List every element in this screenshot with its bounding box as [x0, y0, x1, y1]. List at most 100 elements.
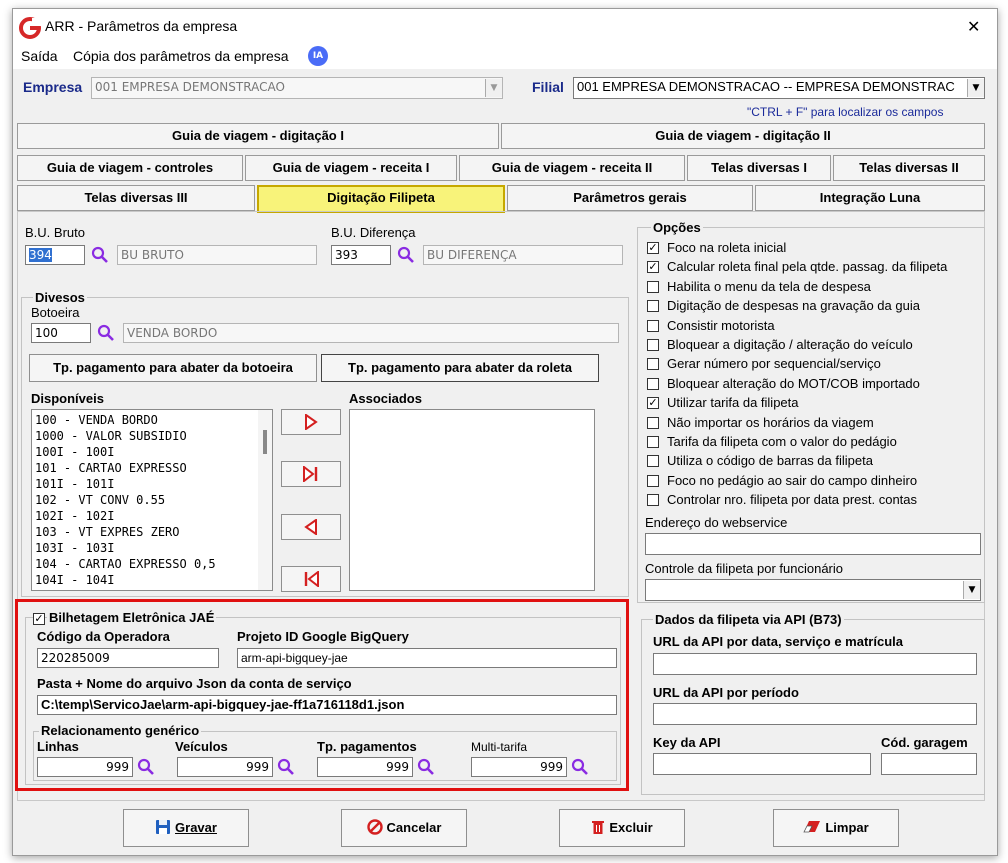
option-label: Tarifa da filipeta com o valor do pedági…	[667, 434, 897, 449]
menu-item-saida[interactable]: Saída	[21, 48, 58, 64]
list-item[interactable]: 101I - 101I	[32, 476, 272, 492]
list-item[interactable]: 100 - VENDA BORDO	[32, 412, 272, 428]
excluir-button[interactable]: Excluir	[559, 809, 685, 847]
option-checkbox[interactable]	[647, 358, 659, 371]
empresa-select[interactable]: 001 EMPRESA DEMONSTRACAO ▼	[91, 77, 503, 99]
pasta-json-label: Pasta + Nome do arquivo Json da conta de…	[37, 676, 352, 691]
search-icon[interactable]	[137, 758, 155, 776]
gravar-button[interactable]: Gravar	[123, 809, 249, 847]
url-data-input[interactable]	[653, 653, 977, 675]
option-checkbox[interactable]	[647, 416, 659, 429]
botoeira-desc: VENDA BORDO	[123, 323, 619, 343]
menu-item-copia[interactable]: Cópia dos parâmetros da empresa	[73, 48, 289, 64]
option-checkbox[interactable]	[647, 377, 659, 390]
floppy-disk-icon	[156, 820, 171, 834]
filial-value: 001 EMPRESA DEMONSTRACAO -- EMPRESA DEMO…	[577, 79, 955, 94]
cod-garagem-input[interactable]	[881, 753, 977, 775]
skip-left-icon	[304, 569, 319, 589]
tab-guia-receita-2[interactable]: Guia de viagem - receita II	[459, 155, 685, 181]
list-item[interactable]: 1000 - VALOR SUBSIDIO	[32, 428, 272, 444]
option-label: Utiliza o código de barras da filipeta	[667, 453, 873, 469]
menu-bar: Saída Cópia dos parâmetros da empresa IA	[13, 45, 997, 69]
bu-diferenca-code[interactable]: 393	[331, 245, 391, 265]
associados-list[interactable]	[349, 409, 595, 591]
pasta-json-input[interactable]: C:\temp\ServicoJae\arm-api-bigquey-jae-f…	[37, 695, 617, 715]
tab-telas-diversas-2[interactable]: Telas diversas II	[833, 155, 985, 181]
tab-guia-controles[interactable]: Guia de viagem - controles	[17, 155, 243, 181]
chevron-down-icon[interactable]: ▼	[967, 79, 984, 97]
tp-pagamento-roleta-button[interactable]: Tp. pagamento para abater da roleta	[321, 354, 599, 382]
list-item[interactable]: 102I - 102I	[32, 508, 272, 524]
linhas-input[interactable]: 999	[37, 757, 133, 777]
tab-integracao-luna[interactable]: Integração Luna	[755, 185, 985, 211]
search-icon[interactable]	[97, 324, 115, 342]
url-periodo-input[interactable]	[653, 703, 977, 725]
controle-select[interactable]: ▼	[645, 579, 981, 601]
list-item[interactable]: 102 - VT CONV 0.55	[32, 492, 272, 508]
option-checkbox[interactable]	[647, 455, 659, 468]
tp-pagamento-botoeira-button[interactable]: Tp. pagamento para abater da botoeira	[29, 354, 317, 382]
option-checkbox[interactable]	[647, 474, 659, 487]
filial-select[interactable]: 001 EMPRESA DEMONSTRACAO -- EMPRESA DEMO…	[573, 77, 985, 99]
close-icon[interactable]: ✕	[967, 17, 980, 36]
option-checkbox[interactable]: ✓	[647, 242, 659, 254]
key-api-input[interactable]	[653, 753, 871, 775]
tab-telas-diversas-3[interactable]: Telas diversas III	[17, 185, 255, 211]
list-item[interactable]: 100I - 100I	[32, 444, 272, 460]
option-label: Bloquear alteração do MOT/COB importado	[667, 375, 920, 391]
search-icon[interactable]	[277, 758, 295, 776]
cancelar-button[interactable]: Cancelar	[341, 809, 467, 847]
option-checkbox[interactable]	[647, 436, 659, 448]
tab-parametros-gerais[interactable]: Parâmetros gerais	[507, 185, 753, 211]
tab-guia-digitacao-2[interactable]: Guia de viagem - digitação II	[501, 123, 985, 149]
multi-tarifa-input[interactable]: 999	[471, 757, 567, 777]
webservice-input[interactable]	[645, 533, 981, 555]
bu-bruto-code-value: 394	[29, 248, 52, 262]
company-panel: Empresa 001 EMPRESA DEMONSTRACAO ▼ Filia…	[15, 73, 993, 123]
move-right-button[interactable]	[281, 409, 341, 435]
move-left-button[interactable]	[281, 514, 341, 540]
bilhetagem-checkbox[interactable]: ✓	[33, 613, 45, 625]
veiculos-input[interactable]: 999	[177, 757, 273, 777]
bu-diferenca-label: B.U. Diferença	[331, 225, 416, 240]
option-checkbox[interactable]	[647, 494, 659, 507]
botoeira-code[interactable]: 100	[31, 323, 91, 343]
scrollbar[interactable]	[258, 410, 272, 590]
list-item[interactable]: 104 - CARTAO EXPRESSO 0,5	[32, 556, 272, 572]
list-item[interactable]: 104I - 104I	[32, 572, 272, 588]
api-title: Dados da filipeta via API (B73)	[653, 612, 844, 627]
list-item[interactable]: 103 - VT EXPRES ZERO	[32, 524, 272, 540]
codigo-operadora-input[interactable]: 220285009	[37, 648, 219, 668]
bu-bruto-code[interactable]: 394	[25, 245, 85, 265]
chevron-down-icon[interactable]: ▼	[485, 79, 502, 97]
search-icon[interactable]	[397, 246, 415, 264]
projeto-bigquery-input[interactable]: arm-api-bigquey-jae	[237, 648, 617, 668]
option-checkbox[interactable]	[647, 300, 659, 313]
limpar-button[interactable]: Limpar	[773, 809, 899, 847]
list-item[interactable]: 103I - 103I	[32, 540, 272, 556]
option-checkbox[interactable]: ✓	[647, 397, 659, 410]
tab-digitacao-filipeta[interactable]: Digitação Filipeta	[257, 185, 505, 213]
option-checkbox[interactable]: ✓	[647, 261, 659, 274]
search-icon[interactable]	[417, 758, 435, 776]
move-all-right-button[interactable]	[281, 461, 341, 487]
option-checkbox[interactable]	[647, 339, 659, 351]
chevron-down-icon[interactable]: ▼	[963, 581, 980, 599]
disponiveis-list[interactable]: 100 - VENDA BORDO 1000 - VALOR SUBSIDIO 10…	[31, 409, 273, 591]
search-icon[interactable]	[91, 246, 109, 264]
tab-guia-digitacao-1[interactable]: Guia de viagem - digitação I	[17, 123, 499, 149]
ia-badge-icon[interactable]: IA	[308, 46, 328, 66]
search-icon[interactable]	[571, 758, 589, 776]
tp-pagamentos-input[interactable]: 999	[317, 757, 413, 777]
tab-guia-receita-1[interactable]: Guia de viagem - receita I	[245, 155, 457, 181]
tab-telas-diversas-1[interactable]: Telas diversas I	[687, 155, 831, 181]
option-label: Foco no pedágio ao sair do campo dinheir…	[667, 472, 918, 488]
option-checkbox[interactable]	[647, 280, 659, 293]
scrollbar-thumb[interactable]	[263, 430, 267, 454]
cod-garagem-label: Cód. garagem	[881, 735, 968, 750]
option-checkbox[interactable]	[647, 319, 659, 332]
move-all-left-button[interactable]	[281, 566, 341, 592]
option-label: Gerar número por sequencial/serviço	[667, 356, 881, 372]
list-item[interactable]: 101 - CARTAO EXPRESSO	[32, 460, 272, 476]
multi-tarifa-value: 999	[540, 760, 563, 774]
